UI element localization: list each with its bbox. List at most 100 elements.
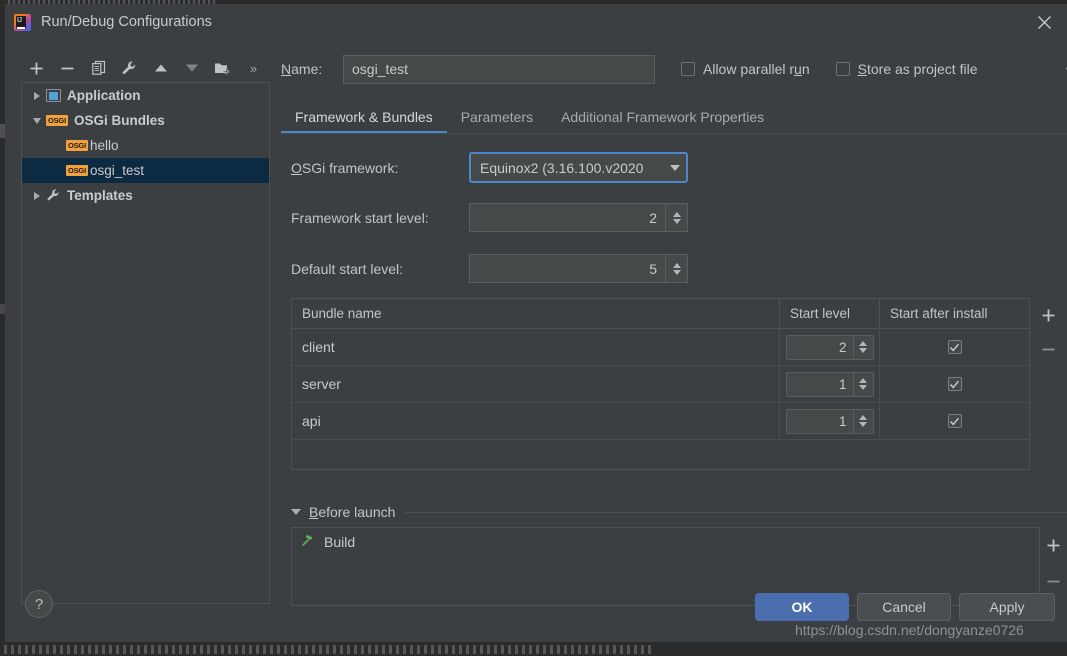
start-level-stepper[interactable]: 1 [785, 371, 874, 397]
osgi-framework-label: OSGi framework: [291, 159, 399, 176]
stepper-down-icon[interactable] [859, 348, 867, 353]
name-label: Name: [281, 61, 323, 77]
application-icon [46, 89, 61, 102]
cell-start-after-install[interactable] [880, 403, 1029, 439]
apply-button[interactable]: Apply [959, 593, 1055, 621]
close-icon[interactable] [1021, 4, 1067, 40]
editor-tabs: Framework & Bundles Parameters Additiona… [281, 100, 1067, 134]
cancel-button[interactable]: Cancel [857, 593, 951, 621]
stepper-down-icon[interactable] [859, 422, 867, 427]
stepper-up-icon[interactable] [859, 378, 867, 383]
start-after-install-checkbox[interactable] [947, 340, 962, 354]
intellij-idea-logo-icon: IJ [14, 13, 31, 31]
twisty-collapsed-icon[interactable] [28, 91, 46, 100]
tree-item-hello[interactable]: OSGI hello [22, 133, 269, 158]
twisty-expanded-icon[interactable] [28, 117, 46, 124]
cell-start-after-install[interactable] [880, 329, 1029, 365]
remove-bundle-button[interactable] [1036, 337, 1062, 361]
checkbox-box [835, 62, 850, 76]
stepper-up-icon[interactable] [859, 415, 867, 420]
store-as-project-file-checkbox[interactable]: Store as project file [835, 61, 977, 77]
folder-add-icon[interactable] [207, 53, 238, 83]
stepper-up-icon[interactable] [672, 262, 681, 268]
tree-item-osgi-bundles[interactable]: OSGI OSGi Bundles [22, 108, 269, 133]
table-row[interactable]: server 1 [292, 366, 1029, 403]
start-level-value: 1 [838, 413, 847, 429]
allow-parallel-run-label: Allow parallel run [703, 61, 810, 77]
cell-start-after-install[interactable] [880, 366, 1029, 402]
tab-parameters[interactable]: Parameters [447, 100, 547, 133]
add-configuration-button[interactable] [21, 53, 52, 83]
copy-configuration-button[interactable] [83, 53, 114, 83]
start-after-install-checkbox[interactable] [947, 377, 962, 391]
before-launch-title: Before launch [309, 504, 396, 520]
framework-start-level-stepper[interactable]: 2 [469, 203, 688, 232]
more-options-button[interactable]: » [238, 53, 269, 83]
start-level-stepper[interactable]: 2 [785, 334, 874, 360]
column-header-start-level[interactable]: Start level [780, 299, 880, 328]
osgi-icon: OSGI [66, 140, 88, 151]
cell-start-level[interactable]: 1 [780, 366, 880, 402]
tree-item-application[interactable]: Application [22, 83, 269, 108]
framework-start-level-row: Framework start level: 2 [291, 203, 688, 232]
remove-configuration-button[interactable] [52, 53, 83, 83]
framework-start-level-label: Framework start level: [291, 209, 429, 226]
before-launch-header: Before launch [291, 502, 1067, 522]
tree-item-osgi-test[interactable]: OSGI osgi_test [22, 158, 269, 183]
wrench-icon[interactable] [114, 53, 145, 83]
cell-start-level[interactable]: 1 [780, 403, 880, 439]
stepper-up-icon[interactable] [672, 211, 681, 217]
tree-item-templates[interactable]: Templates [22, 183, 269, 208]
allow-parallel-run-checkbox[interactable]: Allow parallel run [681, 61, 810, 77]
ok-button[interactable]: OK [755, 593, 849, 621]
start-level-stepper[interactable]: 1 [785, 408, 874, 434]
cell-start-level[interactable]: 2 [780, 329, 880, 365]
tree-item-label: Templates [67, 188, 133, 203]
osgi-framework-value: Equinox2 (3.16.100.v2020 [480, 159, 644, 176]
stepper-down-icon[interactable] [672, 269, 681, 275]
desktop-background-bottom [0, 642, 1067, 656]
chevron-double-right-icon: » [249, 60, 258, 76]
tab-framework-and-bundles[interactable]: Framework & Bundles [281, 100, 447, 133]
stepper-down-icon[interactable] [672, 218, 681, 224]
tree-item-label: hello [89, 138, 119, 153]
default-start-level-label: Default start level: [291, 260, 404, 277]
add-before-launch-task-button[interactable] [1041, 533, 1067, 557]
remove-before-launch-task-button[interactable] [1041, 569, 1067, 593]
start-level-value: 1 [838, 376, 847, 392]
table-empty-area [292, 440, 1029, 476]
column-header-bundle-name[interactable]: Bundle name [292, 299, 780, 328]
tree-item-label: Application [67, 88, 141, 103]
osgi-icon: OSGI [46, 115, 68, 126]
stepper-buttons[interactable] [665, 204, 687, 231]
move-up-button[interactable] [145, 53, 176, 83]
start-after-install-checkbox[interactable] [947, 414, 962, 428]
dialog-titlebar: IJ Run/Debug Configurations [5, 4, 1067, 40]
tab-additional-framework-properties[interactable]: Additional Framework Properties [547, 100, 778, 133]
twisty-collapsed-icon[interactable] [28, 191, 46, 200]
configurations-toolbar: » [21, 50, 273, 86]
default-start-level-stepper[interactable]: 5 [469, 254, 688, 283]
stepper-buttons[interactable] [665, 255, 687, 282]
configuration-editor-panel: Name: Allow parallel run Store as projec… [281, 50, 1067, 606]
table-row[interactable]: api 1 [292, 403, 1029, 440]
stepper-buttons[interactable] [852, 335, 873, 359]
add-bundle-button[interactable] [1036, 303, 1062, 327]
twisty-expanded-icon[interactable] [291, 509, 301, 515]
before-launch-task-label: Build [324, 534, 356, 550]
configurations-tree: Application OSGI OSGi Bundles OSGI hello… [21, 82, 270, 604]
stepper-buttons[interactable] [852, 372, 873, 396]
bundles-table-wrapper: Bundle name Start level Start after inst… [291, 298, 1067, 470]
stepper-down-icon[interactable] [859, 385, 867, 390]
wrench-icon [46, 188, 61, 203]
osgi-framework-select[interactable]: Equinox2 (3.16.100.v2020 [469, 152, 688, 183]
move-down-button[interactable] [176, 53, 207, 83]
list-item[interactable]: Build [292, 528, 1039, 556]
help-button[interactable]: ? [25, 590, 53, 618]
stepper-buttons[interactable] [852, 409, 873, 433]
stepper-up-icon[interactable] [859, 341, 867, 346]
table-row[interactable]: client 2 [292, 329, 1029, 366]
tabs-divider [281, 133, 1067, 134]
column-header-start-after-install[interactable]: Start after install [880, 299, 1029, 328]
name-input[interactable] [343, 54, 655, 84]
